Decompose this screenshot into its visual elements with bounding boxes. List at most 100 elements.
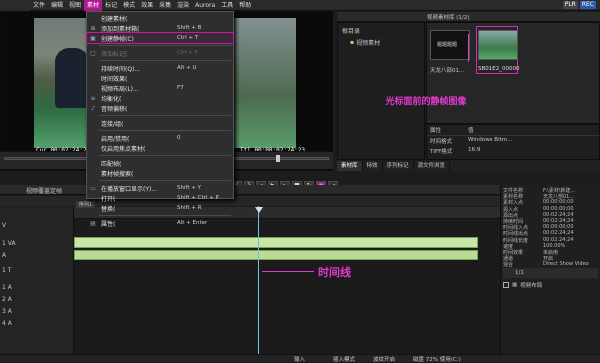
tab-sequence-markers[interactable]: 序列标记 — [383, 161, 414, 171]
menu-render[interactable]: 渲染 — [174, 0, 192, 11]
menu-item-label: 时间效果( — [101, 75, 128, 83]
props-row-value: Windows Bitm... — [468, 137, 513, 143]
menu-separator — [99, 45, 231, 46]
menu-item-label: 连接/组( — [101, 120, 124, 128]
checkbox-icon[interactable] — [503, 281, 509, 288]
menu-item-label: 添加标记( — [101, 50, 128, 58]
rec-button[interactable]: REC — [579, 1, 596, 9]
props-row-label: 时间格式 — [430, 139, 453, 145]
menu-item[interactable]: 创建素材( — [87, 13, 233, 23]
track-3a[interactable]: 3 A — [2, 308, 12, 315]
menu-item-label: 视频布局(L)... — [101, 85, 139, 93]
menu-aurora[interactable]: Aurora — [192, 0, 218, 11]
menu-item[interactable]: 替换(Shift + R — [87, 203, 233, 213]
track-4a[interactable]: 4 A — [2, 320, 12, 327]
app-logo — [0, 0, 30, 11]
track-a[interactable]: A — [2, 252, 6, 259]
timeline-annotation: 时间线 — [318, 266, 351, 279]
timeline-header: 视频覆盖定帧 — [0, 185, 500, 195]
menu-item-shortcut: Alt + Enter — [177, 220, 208, 226]
menu-item-label: 素材帧搜索( — [101, 170, 134, 178]
menu-item[interactable]: ▢ 添加标记(Ctrl + F — [87, 48, 233, 58]
clip-thumb-1[interactable]: 题题题题 — [430, 30, 470, 60]
track-1va[interactable]: 1 VA — [2, 240, 16, 247]
menu-item[interactable]: ▭ 在播放窗口显示(Y)... Shift + Y — [87, 183, 233, 193]
menu-separator — [99, 130, 231, 131]
menu-view[interactable]: 视图 — [66, 0, 84, 11]
menu-item-label: 添加到素材箱( — [101, 25, 140, 33]
timeline-toolbar — [0, 196, 500, 206]
track-v[interactable]: V — [2, 222, 6, 229]
menu-capture[interactable]: 采集 — [156, 0, 174, 11]
timeline-playhead[interactable] — [258, 206, 259, 354]
menu-item-label: 均衡化( — [101, 95, 122, 103]
menu-item[interactable]: 打开(Shift + Ctrl + P — [87, 193, 233, 203]
menubar: 文件 编辑 视图 素材 标记 模式 效果 采集 渲染 Aurora 工具 帮助 … — [0, 0, 600, 11]
menu-help[interactable]: 帮助 — [236, 0, 254, 11]
tree-item-video[interactable]: ▪ 视频素材 — [338, 38, 424, 47]
list-item-layout[interactable]: ▦ 视频布局 — [503, 280, 598, 289]
props-row-value: 16:9 — [468, 147, 481, 153]
audio-clip[interactable] — [74, 250, 478, 260]
menu-item-shortcut: Ctrl + T — [177, 35, 199, 41]
layout-icon: ▦ — [512, 281, 518, 288]
menu-edit[interactable]: 编辑 — [48, 0, 66, 11]
list-item-label: 视频布局 — [520, 282, 543, 289]
track-2a[interactable]: 2 A — [2, 296, 12, 303]
properties-panel: 属性 值 时间格式 Windows Bitm... TIFF格式 16:9 — [426, 124, 600, 160]
video-clip[interactable] — [74, 237, 478, 248]
menu-item[interactable]: 连接/组( — [87, 118, 233, 128]
menu-clip[interactable]: 素材 — [84, 0, 103, 11]
tab-effects[interactable]: 特效 — [363, 161, 383, 171]
menu-tools[interactable]: 工具 — [218, 0, 236, 11]
timeline-title: 视频覆盖定帧 — [26, 188, 63, 195]
menu-item[interactable]: ▣ 创建静帧(C) Ctrl + T — [86, 32, 234, 44]
track-1t[interactable]: 1 T — [2, 267, 11, 274]
menu-mode[interactable]: 模式 — [120, 0, 138, 11]
track-area[interactable] — [74, 207, 500, 354]
clip-menu: 创建素材(⊕ 添加到素材箱(Shift + B ▣ 创建静帧(C) Ctrl + T ▢ 添… — [86, 11, 234, 228]
menu-item-shortcut: Shift + B — [177, 25, 202, 31]
track-headers — [0, 207, 74, 354]
menu-item-shortcut: F7 — [177, 85, 184, 91]
menu-item-label: 匹配帧( — [101, 160, 122, 168]
menu-effects[interactable]: 效果 — [138, 0, 156, 11]
menu-file[interactable]: 文件 — [30, 0, 48, 11]
menu-item[interactable]: 视频布局(L)... F7 — [87, 83, 233, 93]
tab-source-browser[interactable]: 源文件浏览 — [414, 161, 451, 171]
menu-item[interactable]: ▤ 属性(Alt + Enter — [87, 218, 233, 228]
scrubber-handle[interactable] — [276, 155, 280, 162]
menu-mark[interactable]: 标记 — [102, 0, 120, 11]
menu-item[interactable]: 匹配帧( — [87, 158, 233, 168]
menu-item-icon: ▣ — [90, 34, 96, 42]
menu-item[interactable]: ♪ 音频偏移( — [87, 103, 233, 113]
menu-item[interactable]: 时间效果( — [87, 73, 233, 83]
props-col-label: 属性 — [430, 128, 442, 134]
menu-item[interactable]: 启用/禁用(0 — [87, 133, 233, 143]
menu-separator — [99, 60, 231, 61]
menu-separator — [99, 215, 231, 216]
props-col-value: 值 — [468, 128, 474, 134]
bin-tabs: 素材库 特效 序列标记 源文件浏览 — [337, 161, 600, 171]
track-1a[interactable]: 1 A — [2, 284, 12, 291]
annotation-arrow-bin — [468, 34, 479, 62]
clip-thumb-2[interactable] — [478, 30, 518, 60]
menu-item[interactable]: 持续时间(Q)... Alt + U — [87, 63, 233, 73]
menu-item[interactable]: 仅启用焦点素材( — [87, 143, 233, 153]
menu-item[interactable]: 素材帧搜索( — [87, 168, 233, 178]
menu-item-shortcut: Ctrl + F — [177, 50, 199, 56]
tree-root[interactable]: 根目录 — [338, 23, 424, 38]
annotation-arrow-timeline — [262, 271, 314, 272]
tab-bin[interactable]: 素材库 — [337, 161, 363, 171]
window-mode-buttons: PLR REC — [562, 1, 600, 9]
menu-item[interactable]: ≡ 均衡化( — [87, 93, 233, 103]
menu-separator — [99, 155, 231, 156]
playhead-marker-icon[interactable] — [255, 207, 263, 213]
status-disk: 磁盘 72% 使用(C:) — [413, 356, 461, 363]
menu-item-icon: ♪ — [91, 104, 95, 112]
menu-item-label: 属性( — [101, 220, 116, 228]
menu-item[interactable]: ⊕ 添加到素材箱(Shift + B — [87, 23, 233, 33]
status-mode: 插入模式 — [333, 356, 356, 363]
menu-item-label: 仅启用焦点素材( — [101, 145, 146, 153]
plr-button[interactable]: PLR — [562, 1, 578, 9]
